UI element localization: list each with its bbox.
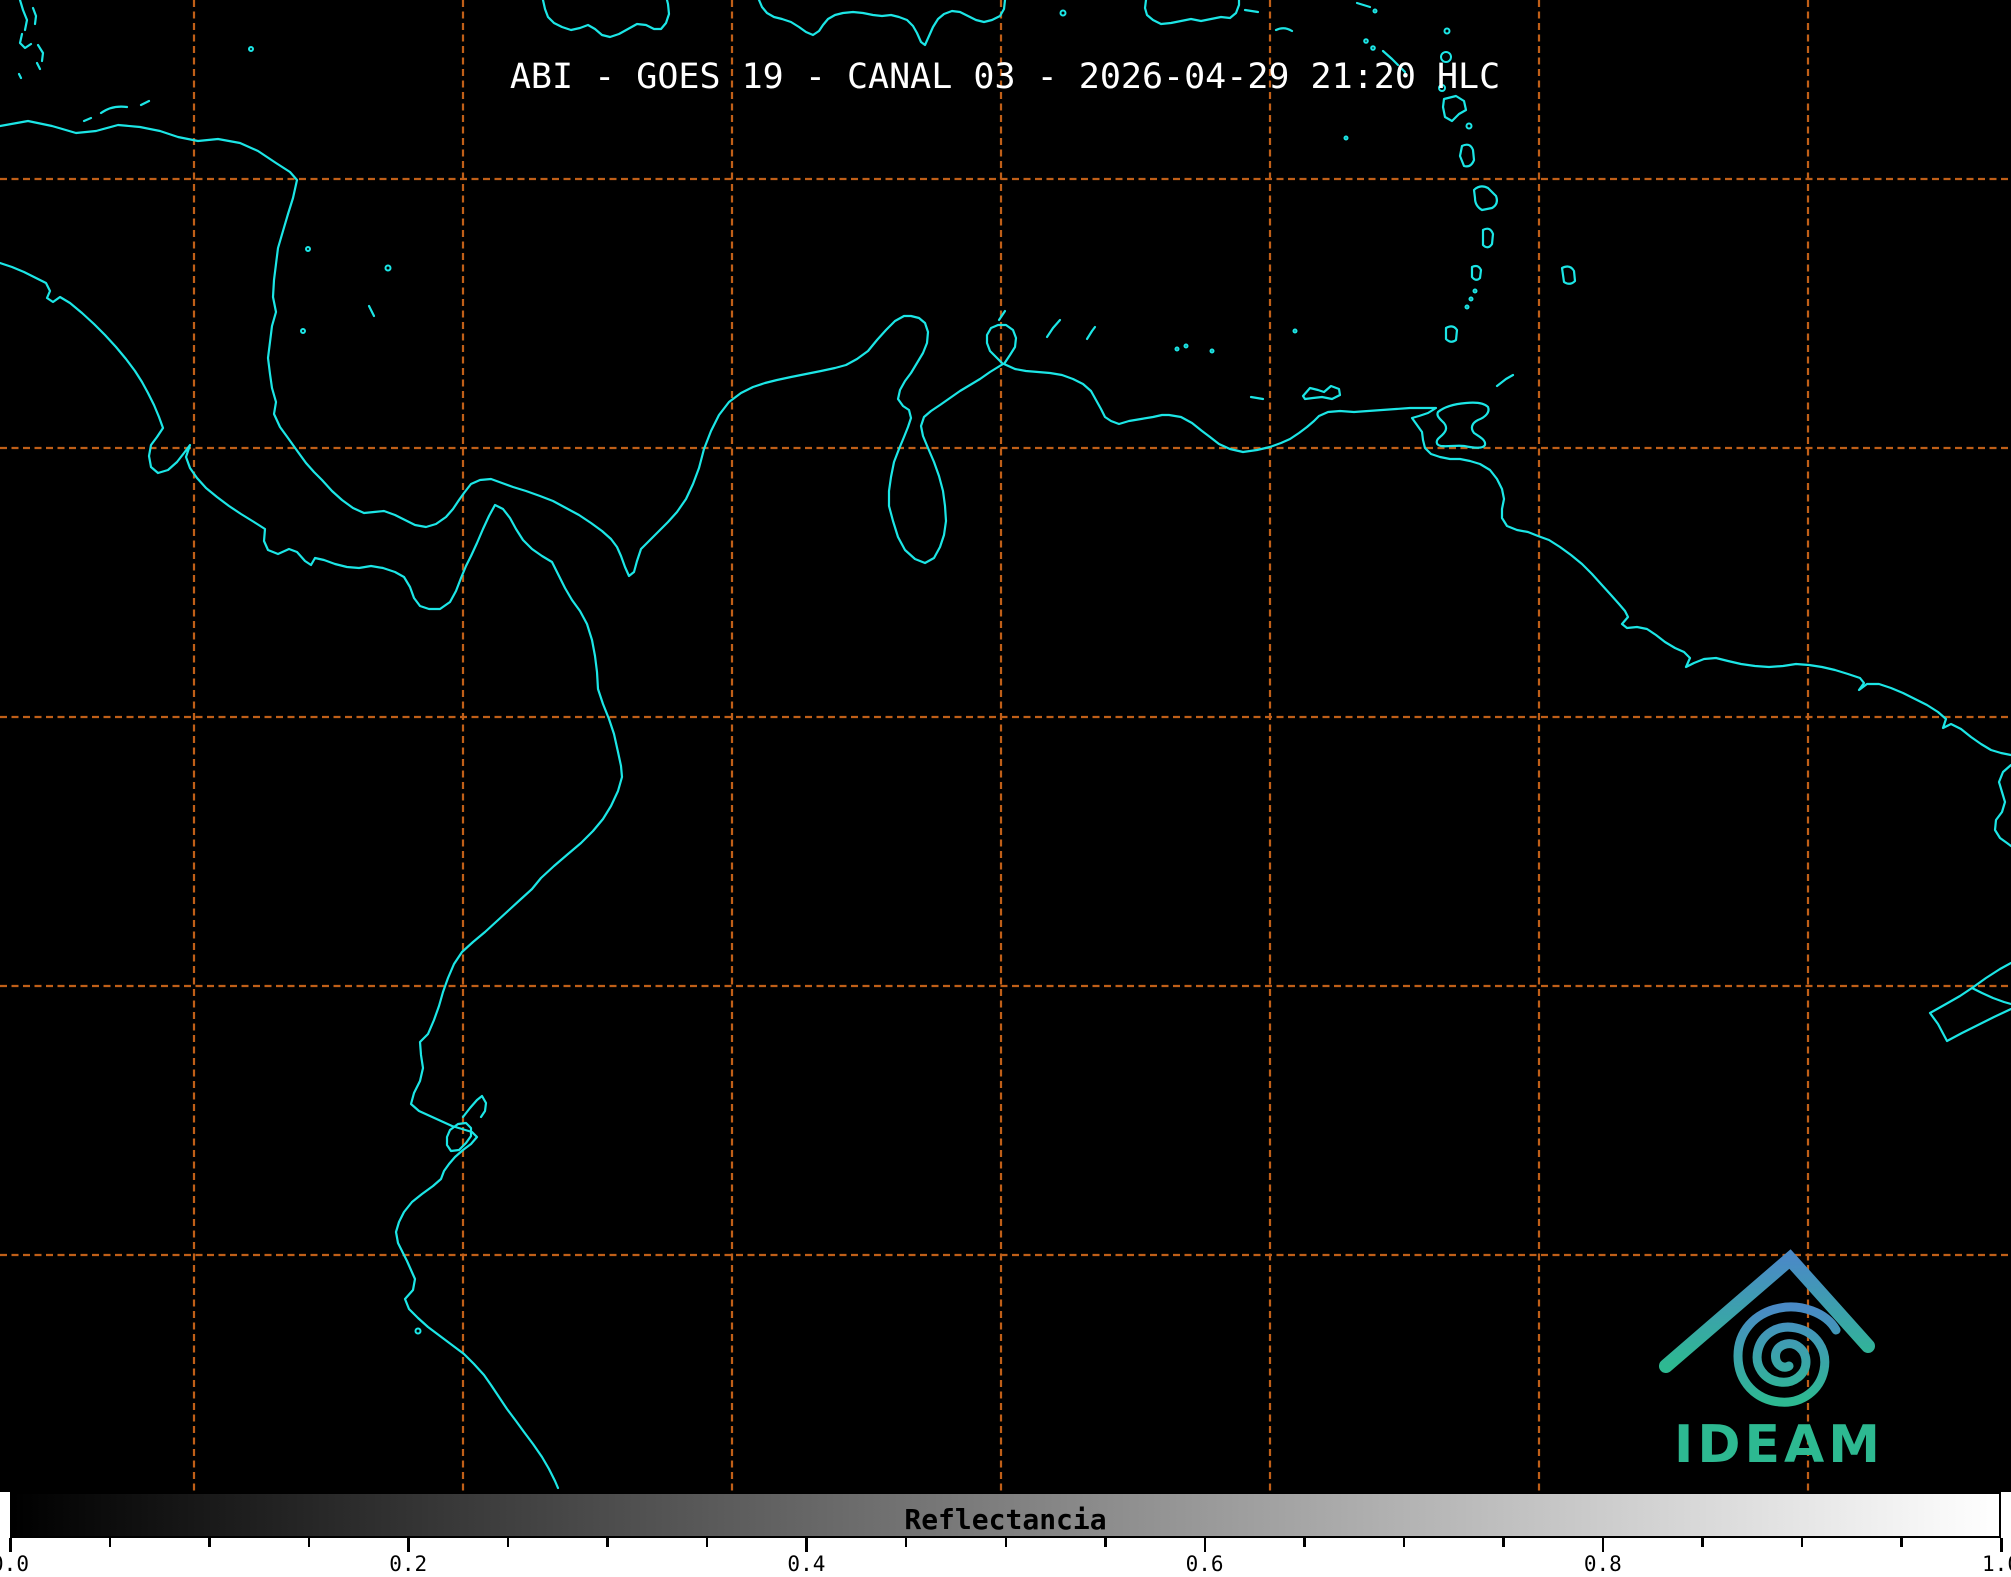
colorbar-tick-label: 0.2	[389, 1552, 427, 1576]
coastlines	[0, 0, 2011, 1488]
los-roques	[1176, 348, 1179, 351]
colorbar-major-tick	[9, 1538, 12, 1552]
colorbar-tick-label: 0.6	[1186, 1552, 1224, 1576]
coastline-bay-islands	[84, 101, 149, 121]
grenadines-2	[1470, 298, 1473, 301]
ideam-logo: IDEAM	[1666, 1259, 1884, 1475]
ideam-logo-text: IDEAM	[1674, 1415, 1884, 1475]
coastline-pacific-mainland	[0, 263, 622, 1488]
colorbar-minor-tick	[208, 1538, 211, 1547]
colorbar-tick-label: 0.0	[0, 1552, 29, 1576]
la-orchila	[1211, 350, 1214, 353]
providencia-island	[386, 266, 391, 271]
colorbar-minor-tick	[905, 1538, 908, 1547]
los-roques-2	[1185, 345, 1188, 348]
colorbar-major-tick	[2000, 1538, 2003, 1552]
ideam-logo-hurricane-spiral-icon	[1738, 1307, 1836, 1402]
san-andres-island	[369, 306, 374, 316]
lobos-island	[416, 1329, 421, 1334]
colorbar-minor-tick	[109, 1538, 112, 1547]
coastline-caribbean-mainland	[0, 121, 2011, 846]
st-vincent	[1472, 266, 1481, 280]
martinique	[1474, 186, 1497, 210]
barbuda	[1445, 29, 1450, 34]
tobago	[1497, 375, 1513, 386]
st-eustatius	[1371, 46, 1375, 50]
colorbar-minor-tick	[1005, 1538, 1008, 1547]
coastline-belize-reef	[19, 0, 43, 78]
colorbar-minor-tick	[1403, 1538, 1406, 1547]
vieques-st-croix	[1245, 10, 1292, 31]
aves-island	[1345, 137, 1348, 140]
colorbar-minor-tick	[1303, 1538, 1306, 1547]
puna-island	[447, 1096, 486, 1151]
grenadines-1	[1474, 290, 1477, 293]
colorbar-gradient: Reflectancia	[10, 1492, 2001, 1538]
trinidad	[1437, 403, 1489, 448]
swan-island	[249, 47, 253, 51]
coastline-puerto-rico	[1145, 0, 1239, 24]
guadeloupe	[1443, 96, 1466, 121]
colorbar-minor-tick	[308, 1538, 311, 1547]
la-blanquilla	[1294, 330, 1297, 333]
anguilla-st-martin	[1357, 3, 1370, 7]
colorbar-major-tick	[805, 1538, 808, 1552]
colorbar-major-tick	[407, 1538, 410, 1552]
st-lucia	[1483, 229, 1493, 248]
colorbar-minor-tick	[507, 1538, 510, 1547]
miskito-cays	[306, 247, 310, 251]
margarita-island	[1303, 386, 1340, 399]
colorbar-minor-tick	[1502, 1538, 1505, 1547]
st-barth	[1374, 10, 1377, 13]
satellite-image-viewport: ABI - GOES 19 - CANAL 03 - 2026-04-29 21…	[0, 0, 2011, 1577]
colorbar-minor-tick	[1900, 1538, 1903, 1547]
colorbar-tick-label: 0.8	[1584, 1552, 1622, 1576]
mona-island	[1061, 11, 1066, 16]
colorbar-major-tick	[1602, 1538, 1605, 1552]
graticule-grid	[0, 0, 2011, 1492]
saba	[1364, 39, 1368, 43]
coastline-jamaica	[543, 0, 669, 37]
curacao	[1047, 320, 1060, 337]
colorbar-minor-tick	[606, 1538, 609, 1547]
map-title: ABI - GOES 19 - CANAL 03 - 2026-04-29 21…	[510, 57, 1500, 97]
bonaire	[1087, 327, 1095, 339]
grenadines-3	[1466, 306, 1469, 309]
colorbar-major-tick	[1204, 1538, 1207, 1552]
colorbar-minor-tick	[1701, 1538, 1704, 1547]
colorbar-tick-label: 0.4	[787, 1552, 825, 1576]
satellite-map: ABI - GOES 19 - CANAL 03 - 2026-04-29 21…	[0, 0, 2011, 1492]
colorbar-footer: Reflectancia 0.0 0.2 0.4 0.6 0.8 1.0	[0, 1492, 2011, 1577]
marie-galante	[1467, 124, 1472, 129]
coastline-hispaniola	[759, 0, 1005, 45]
colorbar-minor-tick	[706, 1538, 709, 1547]
dominica	[1460, 145, 1474, 167]
colorbar-label: Reflectancia	[12, 1503, 1999, 1536]
colorbar-tick-label: 1.0	[1982, 1552, 2011, 1576]
la-tortuga	[1251, 397, 1263, 399]
colorbar-minor-tick	[1801, 1538, 1804, 1547]
colorbar-minor-tick	[1104, 1538, 1107, 1547]
barbados	[1562, 267, 1575, 284]
amazon-estuary	[1930, 963, 2011, 1041]
corn-islands	[301, 329, 305, 333]
grenada	[1446, 326, 1457, 341]
